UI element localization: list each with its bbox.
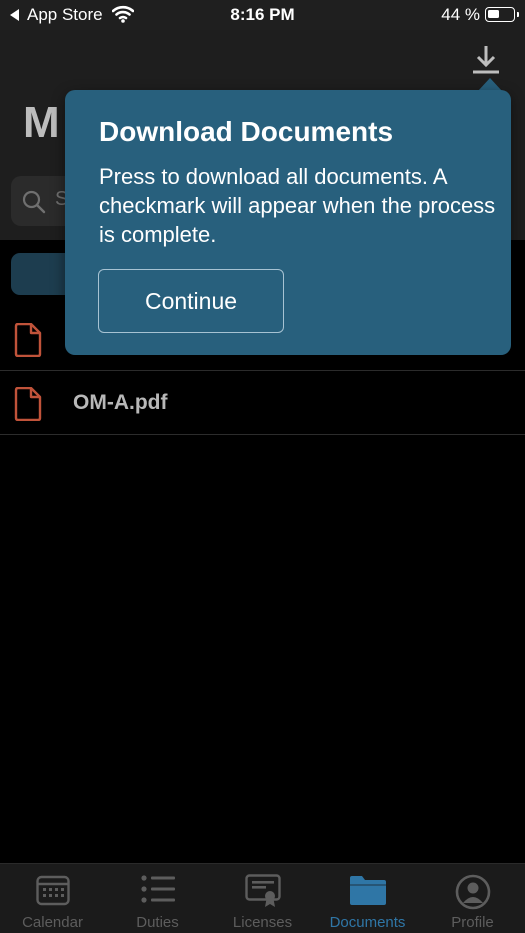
tab-label: Licenses [232, 914, 293, 931]
download-icon[interactable] [468, 44, 504, 76]
folder-icon [349, 876, 386, 905]
profile-icon [455, 874, 490, 910]
continue-button[interactable]: Continue [98, 269, 284, 333]
list-item[interactable]: OM-A.pdf [0, 371, 525, 435]
tab-label: Documents [329, 914, 406, 931]
document-name: OM-A.pdf [73, 391, 168, 414]
tab-duties[interactable]: Duties [105, 864, 210, 933]
status-bar: App Store 8:16 PM 44 % [0, 0, 525, 30]
tab-label: Profile [451, 914, 494, 931]
battery-icon [485, 7, 519, 22]
tab-profile[interactable]: Profile [420, 864, 525, 933]
tab-label: Duties [136, 914, 179, 931]
download-documents-popover: Download Documents Press to download all… [65, 90, 511, 355]
tab-bar: Calendar Duties Licenses Documents Profi… [0, 863, 525, 933]
search-icon [22, 190, 46, 214]
document-icon [14, 323, 42, 357]
tab-label: Calendar [22, 914, 83, 931]
page-title: M [23, 98, 60, 147]
popover-body: Press to download all documents. A check… [99, 164, 496, 247]
battery-percent: 44 % [441, 5, 480, 24]
certificate-icon [244, 874, 281, 907]
list-icon [140, 875, 175, 903]
tab-licenses[interactable]: Licenses [210, 864, 315, 933]
calendar-icon [35, 875, 70, 906]
document-icon [14, 387, 42, 421]
popover-title: Download Documents [99, 116, 394, 147]
tab-documents[interactable]: Documents [315, 864, 420, 933]
tab-calendar[interactable]: Calendar [0, 864, 105, 933]
